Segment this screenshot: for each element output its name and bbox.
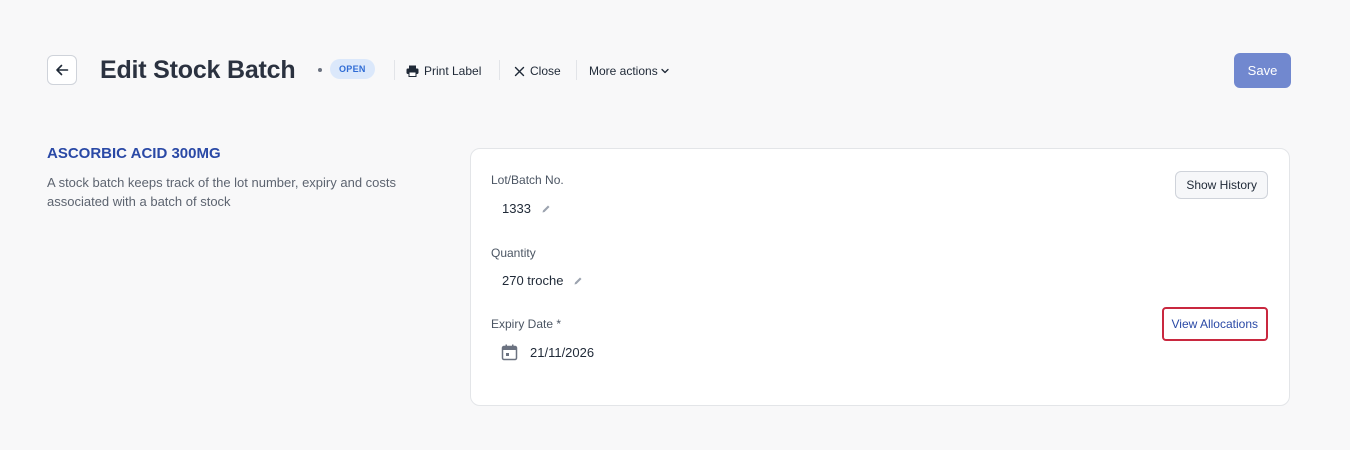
divider <box>576 60 577 80</box>
title-separator-dot <box>318 68 322 72</box>
lot-batch-value: 1333 <box>502 201 531 216</box>
quantity-value: 270 troche <box>502 273 564 288</box>
divider <box>394 60 395 80</box>
printer-icon <box>406 65 419 77</box>
show-history-button[interactable]: Show History <box>1175 171 1268 199</box>
expiry-date-value: 21/11/2026 <box>530 345 595 360</box>
pencil-icon[interactable] <box>573 276 583 286</box>
quantity-field[interactable]: 270 troche <box>502 273 583 288</box>
chevron-down-icon <box>661 68 669 74</box>
expiry-date-input[interactable]: 21/11/2026 <box>501 344 594 361</box>
calendar-icon[interactable] <box>501 344 518 361</box>
close-text: Close <box>530 64 561 78</box>
page-header: Edit Stock Batch OPEN Print Label Close … <box>47 53 1291 89</box>
pencil-icon[interactable] <box>541 204 551 214</box>
arrow-left-icon <box>56 64 69 76</box>
back-button[interactable] <box>47 55 77 85</box>
lot-batch-label: Lot/Batch No. <box>491 173 564 187</box>
expiry-date-label: Expiry Date * <box>491 317 562 331</box>
quantity-label: Quantity <box>491 246 536 260</box>
product-description: A stock batch keeps track of the lot num… <box>47 175 397 209</box>
stock-batch-form-card: Lot/Batch No. 1333 Quantity 270 troche E… <box>470 148 1290 406</box>
print-label-button[interactable]: Print Label <box>406 62 481 80</box>
close-icon <box>514 66 525 76</box>
product-name: ASCORBIC ACID 300MG <box>47 145 221 162</box>
divider <box>499 60 500 80</box>
more-actions-text: More actions <box>589 64 658 78</box>
more-actions-dropdown[interactable]: More actions <box>589 62 669 80</box>
page-title: Edit Stock Batch <box>100 56 296 84</box>
lot-batch-field[interactable]: 1333 <box>502 201 551 216</box>
close-button[interactable]: Close <box>514 62 561 80</box>
print-label-text: Print Label <box>424 64 482 78</box>
status-badge: OPEN <box>330 59 375 79</box>
view-allocations-button[interactable]: View Allocations <box>1161 307 1268 341</box>
product-info: ASCORBIC ACID 300MG A stock batch keeps … <box>47 145 447 211</box>
save-button[interactable]: Save <box>1234 53 1291 88</box>
